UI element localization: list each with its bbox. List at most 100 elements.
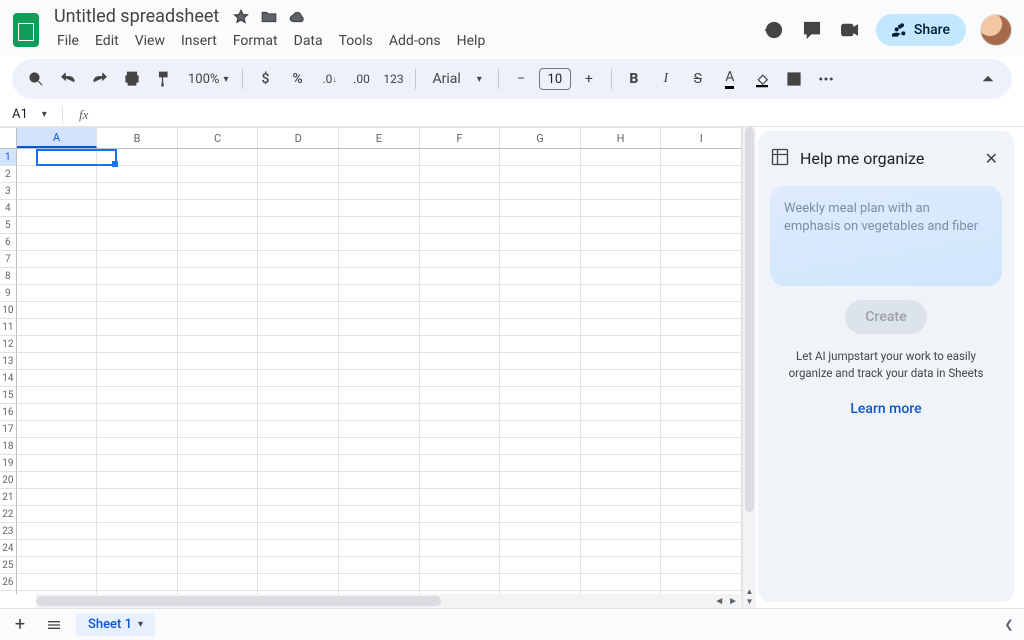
cell[interactable] — [258, 217, 339, 234]
cell[interactable] — [661, 302, 742, 319]
cell[interactable] — [420, 166, 501, 183]
column-header[interactable]: D — [258, 128, 339, 148]
cell[interactable] — [97, 506, 178, 523]
side-panel-toggle-icon[interactable]: ❮ — [1002, 618, 1016, 631]
cell[interactable] — [661, 404, 742, 421]
cell[interactable] — [258, 251, 339, 268]
cell[interactable] — [178, 387, 259, 404]
cell[interactable] — [420, 353, 501, 370]
cell[interactable] — [581, 217, 662, 234]
cell[interactable] — [339, 438, 420, 455]
cell[interactable] — [661, 540, 742, 557]
cell[interactable] — [178, 285, 259, 302]
cell[interactable] — [500, 234, 581, 251]
cell[interactable] — [500, 166, 581, 183]
scroll-right-icon[interactable]: ► — [728, 596, 738, 607]
cell[interactable] — [420, 404, 501, 421]
row-header[interactable]: 2 — [0, 166, 17, 183]
cell[interactable] — [500, 336, 581, 353]
add-sheet-button[interactable]: + — [8, 613, 32, 637]
cell[interactable] — [258, 336, 339, 353]
cell[interactable] — [258, 523, 339, 540]
cell[interactable] — [178, 523, 259, 540]
cell[interactable] — [97, 370, 178, 387]
cell[interactable] — [581, 200, 662, 217]
row-header[interactable]: 10 — [0, 302, 17, 319]
cell[interactable] — [661, 421, 742, 438]
cell[interactable] — [339, 523, 420, 540]
print-icon[interactable] — [118, 65, 146, 93]
cell[interactable] — [420, 302, 501, 319]
cell[interactable] — [178, 149, 259, 166]
meet-icon[interactable] — [838, 18, 862, 42]
row-header[interactable]: 4 — [0, 200, 17, 217]
cell[interactable] — [420, 540, 501, 557]
cell[interactable] — [258, 200, 339, 217]
cell[interactable] — [97, 421, 178, 438]
cell[interactable] — [581, 523, 662, 540]
row-header[interactable]: 25 — [0, 557, 17, 574]
row-header[interactable]: 7 — [0, 251, 17, 268]
cell[interactable] — [178, 404, 259, 421]
cell[interactable] — [97, 217, 178, 234]
cell[interactable] — [97, 285, 178, 302]
cell[interactable] — [17, 404, 98, 421]
cell[interactable] — [258, 353, 339, 370]
cell[interactable] — [661, 506, 742, 523]
collapse-toolbar-icon[interactable] — [974, 65, 1002, 93]
star-icon[interactable] — [231, 7, 251, 27]
row-header[interactable]: 1 — [0, 149, 17, 166]
cell[interactable] — [420, 149, 501, 166]
cell[interactable] — [420, 421, 501, 438]
cell[interactable] — [17, 251, 98, 268]
cell[interactable] — [339, 183, 420, 200]
cell[interactable] — [178, 353, 259, 370]
move-folder-icon[interactable] — [259, 7, 279, 27]
zoom-dropdown[interactable]: 100%▾ — [182, 72, 234, 87]
sheet-tab-active[interactable]: Sheet 1 ▾ — [76, 613, 155, 636]
cell[interactable] — [178, 540, 259, 557]
cell[interactable] — [17, 387, 98, 404]
sheets-logo[interactable] — [8, 12, 44, 48]
column-header[interactable]: A — [17, 128, 98, 148]
cell[interactable] — [97, 472, 178, 489]
cell[interactable] — [581, 557, 662, 574]
cell[interactable] — [500, 217, 581, 234]
cell[interactable] — [17, 353, 98, 370]
cell[interactable] — [500, 506, 581, 523]
row-header[interactable]: 26 — [0, 574, 17, 591]
row-header[interactable]: 14 — [0, 370, 17, 387]
cell[interactable] — [178, 217, 259, 234]
cell[interactable] — [581, 387, 662, 404]
italic-icon[interactable]: I — [652, 65, 680, 93]
cell[interactable] — [661, 319, 742, 336]
menu-edit[interactable]: Edit — [88, 29, 126, 53]
scroll-up-icon[interactable]: ▲ — [746, 587, 754, 596]
cell[interactable] — [97, 455, 178, 472]
cell[interactable] — [258, 166, 339, 183]
cell[interactable] — [97, 234, 178, 251]
cell[interactable] — [97, 574, 178, 591]
cell[interactable] — [97, 353, 178, 370]
cell[interactable] — [258, 370, 339, 387]
cell[interactable] — [17, 438, 98, 455]
cell[interactable] — [97, 523, 178, 540]
cell[interactable] — [178, 438, 259, 455]
cell[interactable] — [500, 251, 581, 268]
cell[interactable] — [581, 353, 662, 370]
strikethrough-icon[interactable]: S — [684, 65, 712, 93]
search-menus-icon[interactable] — [22, 65, 50, 93]
cell[interactable] — [581, 319, 662, 336]
fill-color-icon[interactable] — [748, 65, 776, 93]
column-header[interactable]: I — [661, 128, 742, 148]
column-header[interactable]: B — [97, 128, 178, 148]
row-header[interactable]: 27 — [0, 591, 17, 594]
row-header[interactable]: 13 — [0, 353, 17, 370]
cell[interactable] — [500, 319, 581, 336]
cell[interactable] — [17, 149, 98, 166]
cell[interactable] — [420, 574, 501, 591]
cell[interactable] — [339, 404, 420, 421]
cell[interactable] — [500, 302, 581, 319]
cell[interactable] — [258, 285, 339, 302]
cell[interactable] — [97, 336, 178, 353]
